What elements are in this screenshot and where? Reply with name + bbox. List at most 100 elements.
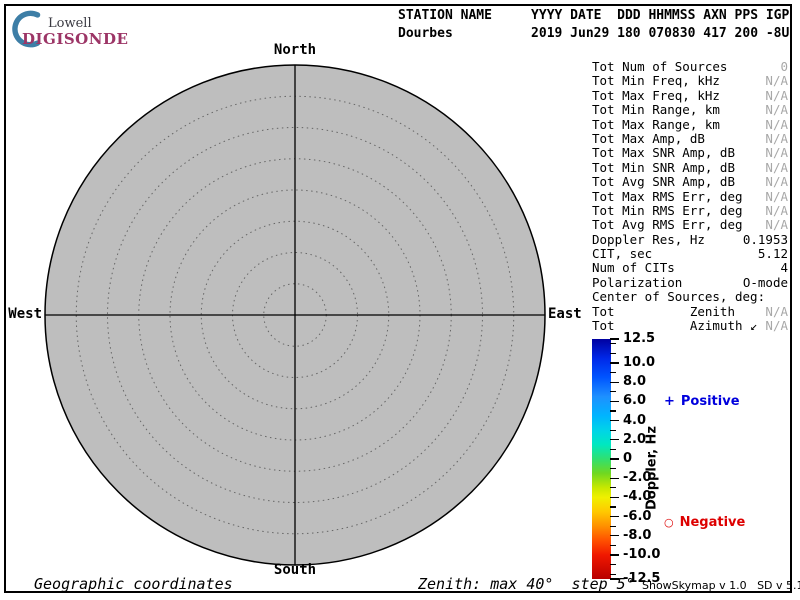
measurement-info-panel: Tot Num of Sources0Tot Min Freq, kHzN/AT… — [592, 59, 788, 332]
colorbar-tick-label: 2.0 — [623, 432, 646, 448]
info-row: Tot Min Range, km N/A — [592, 102, 788, 116]
colorbar-tick — [610, 401, 619, 402]
info-row-value: N/A — [765, 174, 788, 188]
colorbar-tick — [610, 545, 616, 546]
info-row-label: Tot Max Amp, dB — [592, 131, 705, 145]
info-row-label: Tot Max Freq, kHz — [592, 88, 720, 102]
info-row: Num of CITs 4 — [592, 260, 788, 274]
info-row-label: Tot Azimuth ↙ — [592, 318, 758, 332]
colorbar-tick-label: 4.0 — [623, 413, 646, 429]
info-row-label: Tot Num of Sources — [592, 59, 727, 73]
info-row: Tot Min SNR Amp, dB N/A — [592, 160, 788, 174]
circle-marker-icon: ○ — [664, 516, 674, 529]
colorbar-tick — [610, 343, 616, 344]
colorbar-tick — [610, 468, 616, 469]
info-row: Polarization O-mode — [592, 275, 788, 289]
info-row: Tot Max Freq, kHz N/A — [592, 88, 788, 102]
info-row-value: O-mode — [743, 275, 788, 289]
info-row-label: Tot Avg RMS Err, deg — [592, 217, 743, 231]
info-row-label: Tot Max RMS Err, deg — [592, 189, 743, 203]
info-row-label: CIT, sec — [592, 246, 652, 260]
info-row-value: N/A — [765, 189, 788, 203]
colorbar-tick — [610, 506, 616, 507]
info-row-label: Tot Min SNR Amp, dB — [592, 160, 735, 174]
colorbar-tick — [610, 353, 616, 354]
info-row-value: N/A — [765, 160, 788, 174]
info-row-value: N/A — [765, 203, 788, 217]
colorbar-tick-label: 6.0 — [623, 393, 646, 409]
info-row: Tot Max Amp, dB N/A — [592, 131, 788, 145]
compass-label-north: North — [245, 42, 345, 58]
info-row: Tot Min Freq, kHz N/A — [592, 73, 788, 87]
colorbar-tick — [610, 526, 616, 527]
colorbar-tick — [610, 458, 619, 459]
info-row-value: 4 — [780, 260, 788, 274]
colorbar-tick-label: 8.0 — [623, 374, 646, 390]
info-row-value: N/A — [765, 145, 788, 159]
info-row-label: Num of CITs — [592, 260, 675, 274]
info-row-value: 5.12 — [758, 246, 788, 260]
colorbar-tick — [610, 410, 616, 411]
colorbar-tick — [610, 449, 616, 450]
info-row-value: N/A — [765, 217, 788, 231]
colorbar-tick — [610, 391, 616, 392]
info-row: Center of Sources, deg: — [592, 289, 788, 303]
colorbar-tick — [610, 535, 619, 536]
coordinate-system-caption: Geographic coordinates — [34, 575, 233, 593]
info-row: Tot Azimuth ↙ N/A — [592, 318, 788, 332]
colorbar-tick-label: 10.0 — [623, 355, 655, 371]
legend-negative-label: Negative — [680, 515, 746, 530]
info-row-label: Tot Min Range, km — [592, 102, 720, 116]
info-row-label: Tot Zenith — [592, 304, 735, 318]
colorbar-tick-label: 0 — [623, 451, 632, 467]
compass-label-south: South — [245, 562, 345, 578]
compass-label-west: West — [0, 306, 42, 322]
colorbar-tick — [610, 338, 619, 339]
info-row-value: 0 — [780, 59, 788, 73]
software-version-caption: ShowSkymap v 1.0 SD v 5.1 — [642, 579, 800, 592]
compass-label-east: East — [548, 306, 582, 322]
info-row-value: N/A — [765, 73, 788, 87]
info-row: Doppler Res, Hz 0.1953 — [592, 232, 788, 246]
colorbar-tick — [610, 554, 619, 555]
colorbar-tick-label: -8.0 — [623, 528, 651, 544]
info-row-label: Tot Min Freq, kHz — [592, 73, 720, 87]
legend-positive: + Positive — [664, 394, 740, 409]
info-row: Tot Min RMS Err, degN/A — [592, 203, 788, 217]
info-row-label: Tot Max Range, km — [592, 117, 720, 131]
legend-negative: ○ Negative — [664, 515, 745, 530]
info-row-value: N/A — [765, 117, 788, 131]
info-row-label: Doppler Res, Hz — [592, 232, 705, 246]
info-row: Tot Avg SNR Amp, dB N/A — [592, 174, 788, 188]
info-row: CIT, sec 5.12 — [592, 246, 788, 260]
skymap-window: Lowell DIGISONDE STATION NAME YYYY DATE … — [0, 0, 800, 600]
info-row-value: N/A — [765, 131, 788, 145]
info-row-value: 0.1953 — [743, 232, 788, 246]
info-row-label: Tot Avg SNR Amp, dB — [592, 174, 735, 188]
colorbar-tick-label: 12.5 — [623, 331, 655, 347]
colorbar-tick — [610, 487, 616, 488]
colorbar-tick-label: -10.0 — [623, 547, 660, 563]
colorbar-tick — [610, 382, 619, 383]
colorbar-tick — [610, 478, 619, 479]
colorbar-axis-label: Doppler, Hz — [645, 426, 660, 510]
info-row-value: N/A — [765, 304, 788, 318]
colorbar-tick — [610, 420, 619, 421]
colorbar-tick — [610, 362, 619, 363]
plus-marker-icon: + — [664, 394, 675, 409]
colorbar-tick — [610, 372, 616, 373]
info-row: Tot Zenith N/A — [592, 304, 788, 318]
colorbar-tick — [610, 430, 616, 431]
info-row-value: N/A — [765, 88, 788, 102]
info-row: Tot Max RMS Err, deg N/A — [592, 189, 788, 203]
info-row-value: N/A — [765, 318, 788, 332]
colorbar-tick — [610, 564, 616, 565]
info-row-value: N/A — [765, 102, 788, 116]
colorbar-tick — [610, 497, 619, 498]
info-row-label: Polarization — [592, 275, 682, 289]
info-row: Tot Max Range, km N/A — [592, 117, 788, 131]
legend-positive-label: Positive — [681, 394, 740, 409]
info-row-label: Center of Sources, deg: — [592, 289, 765, 303]
info-row: Tot Max SNR Amp, dBN/A — [592, 145, 788, 159]
info-row: Tot Avg RMS Err, deg N/A — [592, 217, 788, 231]
